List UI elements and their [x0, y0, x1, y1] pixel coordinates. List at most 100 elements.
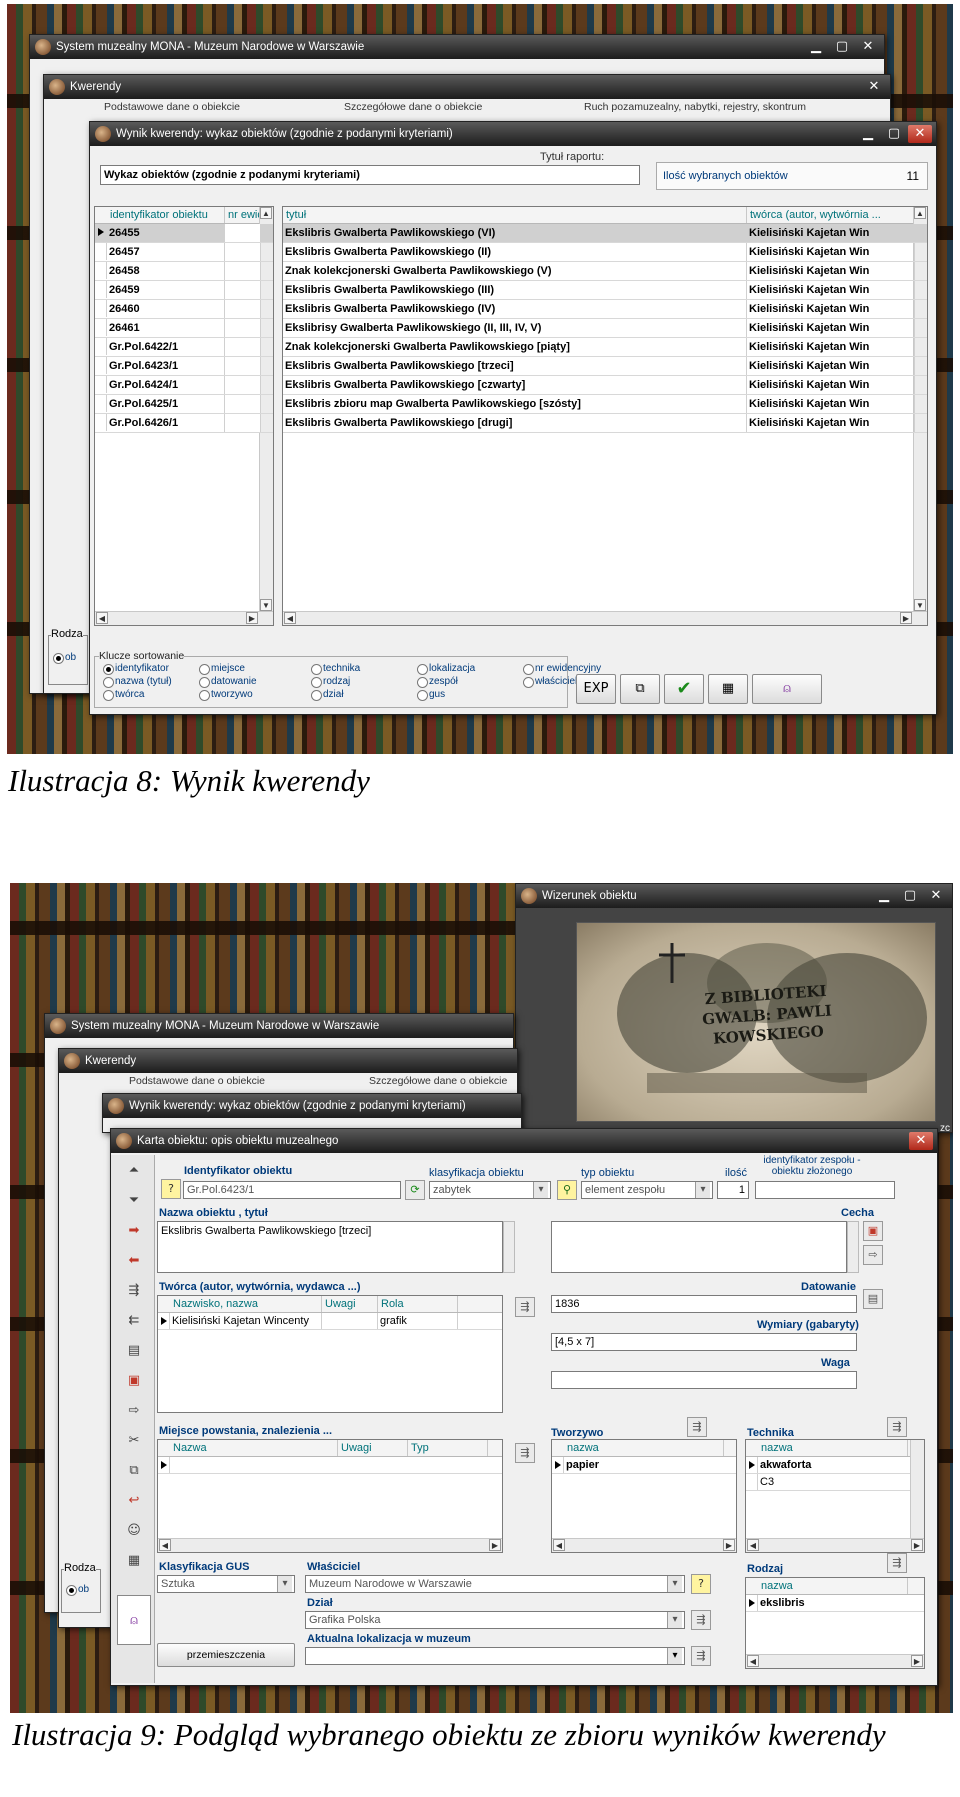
move-in-icon[interactable]: ⇶ [117, 1279, 151, 1303]
technique-grid[interactable]: nazwa akwaforta C3 ◀ ▶ [745, 1439, 925, 1553]
group-id-input[interactable] [755, 1181, 895, 1199]
arrow-right-icon[interactable]: ➡ [117, 1219, 151, 1243]
col-kind-name[interactable]: nazwa [758, 1578, 908, 1594]
table-row[interactable]: 26459 [95, 281, 273, 300]
minimize-button[interactable]: ▁ [856, 125, 880, 143]
move-out-icon[interactable]: ⇇ [117, 1309, 151, 1333]
sort-radio[interactable]: dział [311, 689, 344, 701]
calculator-icon[interactable]: ▦ [117, 1549, 151, 1573]
sort-radio[interactable]: właściciel [523, 676, 577, 688]
dating-input[interactable]: 1836 [551, 1295, 857, 1313]
dept-select[interactable]: Grafika Polska [305, 1611, 685, 1629]
technique-link-icon[interactable]: ⇶ [887, 1417, 907, 1437]
table-row[interactable]: 26458 [95, 262, 273, 281]
table-row[interactable]: Ekslibris Gwalberta Pawlikowskiego [czwa… [283, 376, 927, 395]
dept-link-icon[interactable]: ⇶ [691, 1610, 711, 1630]
close-button[interactable]: ✕ [908, 125, 932, 143]
qty-input[interactable]: 1 [717, 1181, 749, 1199]
close-button[interactable]: ✕ [924, 887, 948, 905]
duplicate-icon[interactable]: ⧉ [117, 1459, 151, 1483]
table-row[interactable]: Gr.Pol.6422/1 [95, 338, 273, 357]
ob-radio-2[interactable]: ob [66, 1584, 89, 1596]
table-row[interactable]: Znak kolekcjonerski Gwalberta Pawlikowsk… [283, 262, 927, 281]
table-row[interactable] [158, 1457, 502, 1474]
material-link-icon[interactable]: ⇶ [687, 1417, 707, 1437]
table-row[interactable]: papier [552, 1457, 736, 1474]
feature-vscroll[interactable] [847, 1221, 859, 1273]
main-titlebar[interactable]: System muzealny MONA - Muzeum Narodowe w… [30, 35, 884, 59]
table-row[interactable]: Znak kolekcjonerski Gwalberta Pawlikowsk… [283, 338, 927, 357]
export-button[interactable]: EXP [576, 674, 616, 704]
sort-radio[interactable]: miejsce [199, 663, 245, 675]
classification-select[interactable]: zabytek [429, 1181, 551, 1199]
minimize-button[interactable]: ▁ [872, 887, 896, 905]
kwerendy-titlebar-2[interactable]: Kwerendy [59, 1049, 517, 1073]
table-row[interactable]: 26455 [95, 224, 273, 243]
maximize-button[interactable]: ▢ [882, 125, 906, 143]
sort-radio[interactable]: gus [417, 689, 445, 701]
copy-icon[interactable]: ⧉ [620, 674, 660, 704]
material-grid[interactable]: nazwa papier ◀ ▶ [551, 1439, 737, 1553]
table-row[interactable]: Gr.Pol.6424/1 [95, 376, 273, 395]
gus-select[interactable]: Sztuka [157, 1575, 295, 1593]
kind-grid[interactable]: nazwa ekslibris ◀ ▶ [745, 1577, 925, 1669]
owner-help-icon[interactable]: ? [691, 1574, 711, 1594]
close-button[interactable]: ✕ [856, 38, 880, 56]
creator-grid[interactable]: Nazwisko, nazwa Uwagi Rola Kielisiński K… [157, 1295, 503, 1413]
arrow-left-icon[interactable]: ⬅ [117, 1249, 151, 1273]
col-creator-notes[interactable]: Uwagi [322, 1296, 378, 1312]
result-titlebar-2[interactable]: Wynik kwerendy: wykaz obiektów (zgodnie … [103, 1094, 521, 1118]
result-titlebar[interactable]: Wynik kwerendy: wykaz obiektów (zgodnie … [90, 122, 936, 146]
maximize-button[interactable]: ▢ [898, 887, 922, 905]
table-row[interactable]: C3 [746, 1474, 924, 1491]
export-arrow-icon[interactable]: ⇨ [117, 1399, 151, 1423]
tab-movement[interactable]: Ruch pozamuzealny, nabytki, rejestry, sk… [584, 101, 806, 113]
col-title[interactable]: tytuł [283, 207, 747, 223]
calculator-icon[interactable]: ▦ [708, 674, 748, 704]
right-hscroll[interactable]: ◀ ▶ [283, 611, 927, 625]
table-row[interactable]: ekslibris [746, 1595, 924, 1612]
delete-document-icon[interactable]: ▣ [117, 1369, 151, 1393]
col-creator-role[interactable]: Rola [378, 1296, 458, 1312]
sort-radio[interactable]: twórca [103, 689, 144, 701]
type-select[interactable]: element zespołu [581, 1181, 713, 1199]
sort-radio[interactable]: nazwa (tytuł) [103, 676, 172, 688]
sort-radio[interactable]: tworzywo [199, 689, 253, 701]
owner-select[interactable]: Muzeum Narodowe w Warszawie [305, 1575, 685, 1593]
minimize-button[interactable]: ▁ [804, 38, 828, 56]
tab-basic-2[interactable]: Podstawowe dane o obiekcie [129, 1075, 265, 1087]
table-row[interactable]: Gr.Pol.6423/1 [95, 357, 273, 376]
cut-icon[interactable]: ✂ [117, 1429, 151, 1453]
table-row[interactable]: Ekslibris zbioru map Gwalberta Pawlikows… [283, 395, 927, 414]
close-button[interactable]: ✕ [862, 78, 886, 96]
weight-input[interactable] [551, 1371, 857, 1389]
table-row[interactable]: akwaforta [746, 1457, 924, 1474]
sort-radio[interactable]: zespół [417, 676, 458, 688]
image-titlebar[interactable]: Wizerunek obiektu ▁ ▢ ✕ [516, 884, 952, 908]
walker-icon[interactable]: ⚲ [557, 1180, 577, 1200]
table-row[interactable]: Ekslibrisy Gwalberta Pawlikowskiego (II,… [283, 319, 927, 338]
id-input[interactable]: Gr.Pol.6423/1 [183, 1181, 401, 1199]
name-textarea[interactable]: Ekslibris Gwalberta Pawlikowskiego [trze… [157, 1221, 503, 1273]
sort-radio[interactable]: datowanie [199, 676, 257, 688]
creator-link-icon[interactable]: ⇶ [515, 1297, 535, 1317]
table-row[interactable]: 26457 [95, 243, 273, 262]
add-feature-icon[interactable]: ▣ [863, 1221, 883, 1241]
moves-button[interactable]: przemieszczenia [157, 1643, 295, 1667]
col-place-notes[interactable]: Uwagi [338, 1440, 408, 1456]
col-identifier[interactable]: identyfikator obiektu [107, 207, 225, 223]
feature-textarea[interactable] [551, 1221, 847, 1273]
help-icon[interactable]: ? [161, 1179, 181, 1199]
col-place-type[interactable]: Typ [408, 1440, 488, 1456]
next-record-icon[interactable]: ⏷ [117, 1189, 151, 1213]
sort-radio[interactable]: lokalizacja [417, 663, 475, 675]
place-link-icon[interactable]: ⇶ [515, 1443, 535, 1463]
check-icon[interactable]: ✔ [664, 674, 704, 704]
table-row[interactable]: 26461 [95, 319, 273, 338]
report-title-input[interactable]: Wykaz obiektów (zgodnie z podanymi kryte… [100, 165, 640, 185]
table-row[interactable]: Ekslibris Gwalberta Pawlikowskiego (VI) K… [283, 224, 927, 243]
col-place-name[interactable]: Nazwa [170, 1440, 338, 1456]
dimensions-input[interactable]: [4,5 x 7] [551, 1333, 857, 1351]
edit-feature-icon[interactable]: ⇨ [863, 1245, 883, 1265]
kwerendy-titlebar[interactable]: Kwerendy ✕ [44, 75, 890, 99]
